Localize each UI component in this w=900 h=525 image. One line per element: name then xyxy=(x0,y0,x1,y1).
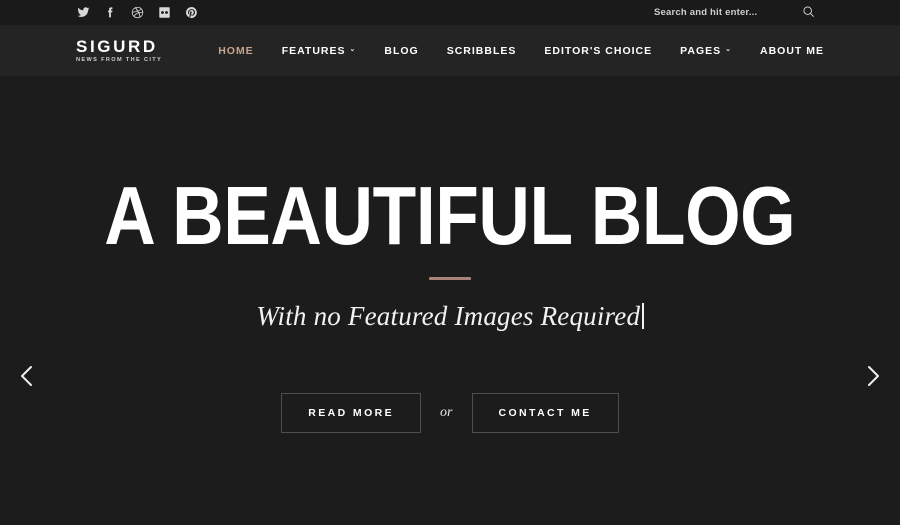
nav-item-pages[interactable]: PAGES ⌄ xyxy=(680,45,732,57)
site-logo[interactable]: SIGURD NEWS FROM THE CITY xyxy=(76,38,162,64)
top-bar xyxy=(0,0,900,25)
nav-label-about-me: ABOUT ME xyxy=(760,44,824,57)
prev-slide-button[interactable] xyxy=(6,357,48,399)
nav-item-features[interactable]: FEATURES ⌄ xyxy=(282,45,357,57)
nav-label-scribbles: SCRIBBLES xyxy=(446,44,517,57)
twitter-icon[interactable] xyxy=(76,6,90,20)
read-more-button[interactable]: READ MORE xyxy=(281,392,422,433)
pinterest-icon[interactable] xyxy=(184,6,198,20)
search-icon xyxy=(802,5,815,21)
hero-subtitle-wrap: With no Featured Images Required xyxy=(256,300,644,332)
nav-label-pages: PAGES xyxy=(680,44,722,57)
nav-label-home: HOME xyxy=(218,44,254,57)
site-header: SIGURD NEWS FROM THE CITY HOME FEATURES … xyxy=(0,25,900,76)
chevron-left-icon xyxy=(16,363,38,394)
search-input[interactable] xyxy=(654,7,772,18)
nav-item-editors-choice[interactable]: EDITOR'S CHOICE xyxy=(544,45,652,57)
nav-label-editors-choice: EDITOR'S CHOICE xyxy=(544,44,653,57)
flickr-icon[interactable] xyxy=(157,6,171,20)
nav-item-scribbles[interactable]: SCRIBBLES xyxy=(447,45,517,57)
nav-item-home[interactable]: HOME xyxy=(218,45,254,57)
nav-item-about-me[interactable]: ABOUT ME xyxy=(760,45,824,57)
next-slide-button[interactable] xyxy=(852,357,894,399)
nav-item-blog[interactable]: BLOG xyxy=(384,45,418,57)
brand-tagline: NEWS FROM THE CITY xyxy=(76,56,163,63)
hero-cta-row: READ MORE or CONTACT ME xyxy=(281,392,619,433)
chevron-down-icon: ⌄ xyxy=(725,46,732,53)
contact-me-button[interactable]: CONTACT ME xyxy=(471,392,619,433)
facebook-icon[interactable] xyxy=(103,6,117,20)
typing-caret xyxy=(642,303,644,330)
hero-title: A BEAUTIFUL BLOG xyxy=(104,169,796,262)
brand-name: SIGURD xyxy=(76,36,158,56)
nav-label-features: FEATURES xyxy=(281,44,346,57)
chevron-right-icon xyxy=(862,363,884,394)
hero-divider xyxy=(429,276,471,280)
chevron-down-icon: ⌄ xyxy=(349,46,357,53)
search-button[interactable] xyxy=(796,0,820,25)
search-area xyxy=(654,0,820,25)
main-navigation: HOME FEATURES ⌄ BLOG SCRIBBLES EDITOR'S … xyxy=(218,45,824,57)
hero-slider: A BEAUTIFUL BLOG With no Featured Images… xyxy=(0,76,900,525)
dribbble-icon[interactable] xyxy=(130,6,144,20)
hero-subtitle: With no Featured Images Required xyxy=(256,300,641,331)
cta-separator: or xyxy=(440,404,453,420)
nav-label-blog: BLOG xyxy=(384,44,419,57)
social-links xyxy=(76,6,198,20)
